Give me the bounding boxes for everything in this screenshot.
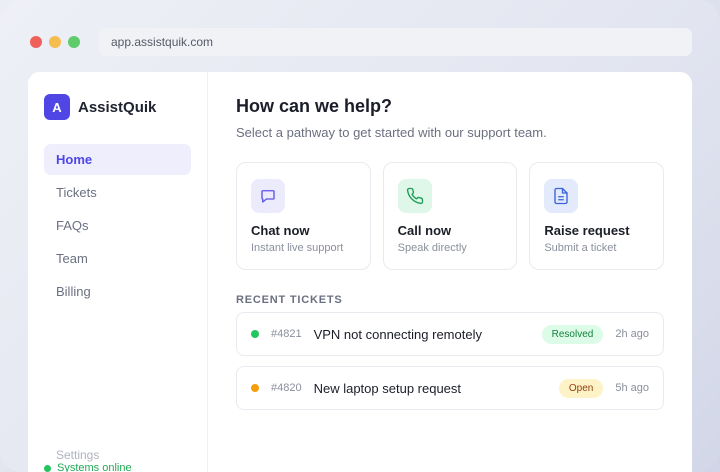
ticket-title: VPN not connecting remotely (313, 326, 482, 342)
sidebar-nav: Home Tickets FAQs Team Billing (44, 144, 191, 307)
ticket-id: #4821 (271, 328, 302, 340)
close-window-button[interactable] (30, 36, 42, 48)
status-badge: Resolved (541, 324, 604, 344)
status-indicator (44, 464, 51, 472)
minimize-window-button[interactable] (49, 36, 61, 48)
ticket-id: #4820 (271, 382, 302, 394)
browser-window: app.assistquik.com A AssistQuik Home Tic… (0, 0, 720, 472)
card-subtitle: Speak directly (397, 242, 467, 254)
document-icon (544, 179, 579, 213)
sidebar-footer: Settings Systems online (44, 448, 132, 472)
card-title: Chat now (251, 223, 310, 238)
window-controls (30, 36, 80, 48)
address-bar[interactable]: app.assistquik.com (99, 28, 692, 56)
sidebar-item-settings[interactable]: Settings (56, 448, 132, 462)
card-subtitle: Instant live support (251, 242, 344, 254)
sidebar-item-billing[interactable]: Billing (44, 276, 191, 307)
sidebar-item-home[interactable]: Home (44, 144, 191, 175)
app-container: A AssistQuik Home Tickets FAQs Team Bill… (28, 72, 692, 472)
sidebar-item-tickets[interactable]: Tickets (44, 177, 191, 208)
phone-icon (397, 179, 432, 213)
call-now-card[interactable]: Call now Speak directly (382, 162, 518, 270)
recent-tickets-list: #4821 VPN not connecting remotely Resolv… (236, 312, 664, 410)
brand-logo: A (44, 94, 70, 120)
ticket-status-dot (251, 330, 259, 338)
main-content: How can we help? Select a pathway to get… (208, 72, 692, 472)
ticket-title: New laptop setup request (313, 380, 462, 396)
chat-bubble-icon (251, 179, 285, 213)
ticket-status-dot (251, 384, 259, 392)
brand: A AssistQuik (44, 94, 191, 120)
card-title: Call now (397, 223, 452, 238)
card-title: Raise request (544, 223, 630, 238)
pathway-cards: Chat now Instant live support Call now S… (236, 162, 665, 270)
card-subtitle: Submit a ticket (544, 242, 617, 254)
system-status: Systems online (44, 462, 132, 472)
ticket-row[interactable]: #4820 New laptop setup request Open 5h a… (236, 366, 664, 410)
brand-name: AssistQuik (78, 98, 157, 116)
sidebar-item-team[interactable]: Team (44, 243, 191, 274)
status-badge: Open (558, 378, 604, 398)
ticket-time: 2h ago (615, 328, 649, 340)
sidebar: A AssistQuik Home Tickets FAQs Team Bill… (28, 72, 208, 472)
recent-tickets-heading: RECENT TICKETS (236, 294, 343, 306)
status-text: Systems online (57, 462, 132, 472)
ticket-row[interactable]: #4821 VPN not connecting remotely Resolv… (236, 312, 664, 356)
page-title: How can we help? (236, 96, 393, 116)
chat-now-card[interactable]: Chat now Instant live support (236, 162, 371, 270)
ticket-time: 5h ago (615, 382, 649, 394)
page-subtitle: Select a pathway to get started with our… (236, 125, 547, 140)
raise-request-card[interactable]: Raise request Submit a ticket (529, 162, 665, 270)
sidebar-item-faqs[interactable]: FAQs (44, 210, 191, 241)
maximize-window-button[interactable] (68, 36, 80, 48)
